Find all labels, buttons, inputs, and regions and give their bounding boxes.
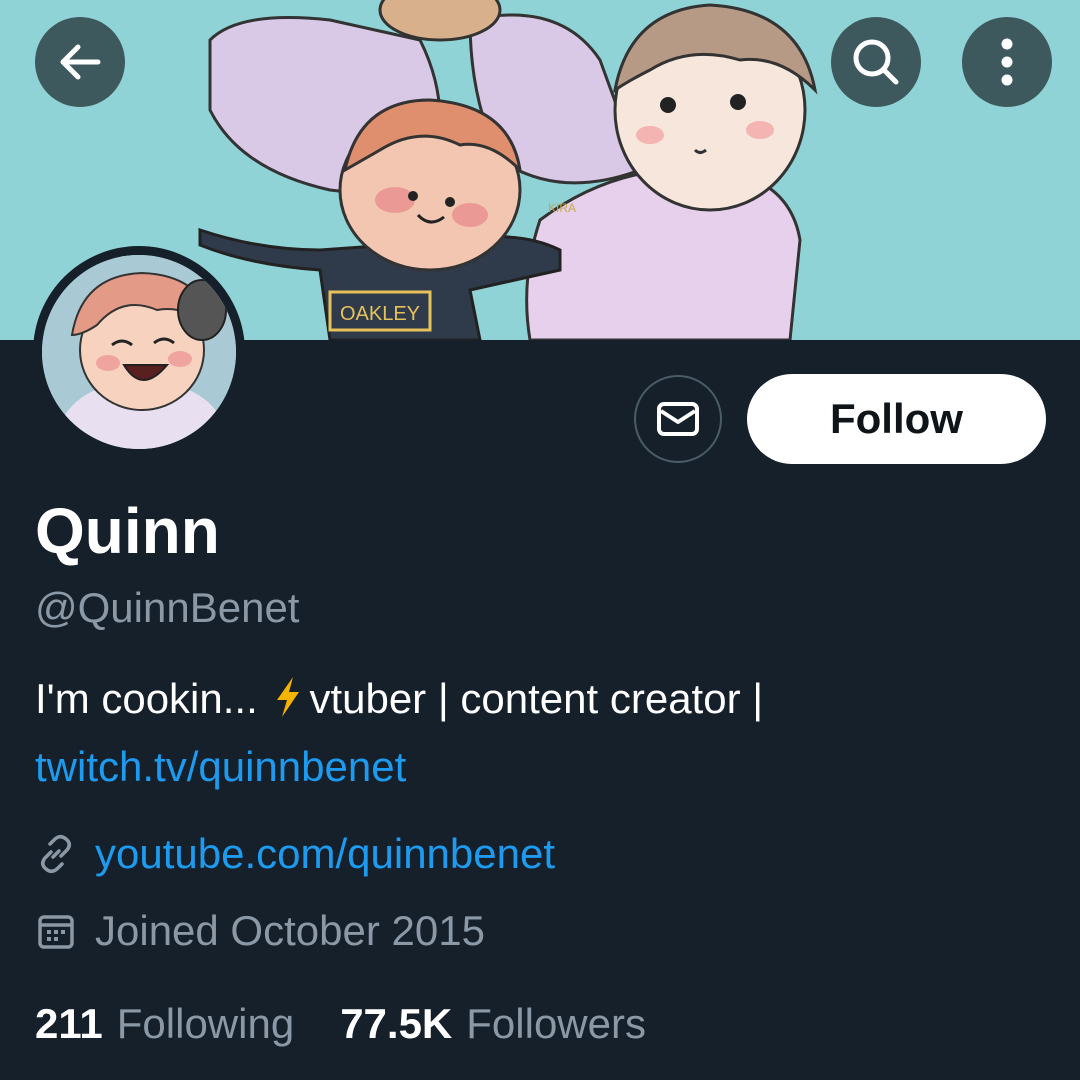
joined-date: Joined October 2015 (95, 907, 485, 954)
website-link[interactable]: youtube.com/quinnbenet (95, 829, 555, 879)
bio-text-continued: vtuber | content creator | (309, 675, 764, 722)
arrow-left-icon (60, 44, 101, 80)
link-icon (35, 833, 77, 875)
calendar-icon (35, 910, 77, 952)
profile-bio: I'm cookin... vtuber | content creator |… (35, 668, 1035, 798)
profile-joined-row: Joined October 2015 (35, 906, 485, 956)
search-button[interactable] (831, 17, 921, 107)
banner-shirt-text: OAKLEY (340, 303, 420, 325)
followers-stat[interactable]: 77.5K Followers (340, 999, 646, 1049)
search-icon (853, 39, 899, 85)
avatar[interactable] (33, 246, 245, 458)
message-button[interactable] (634, 375, 722, 463)
followers-count: 77.5K (340, 1000, 453, 1047)
envelope-icon (657, 402, 699, 436)
lightning-bolt-icon (273, 674, 303, 736)
followers-label: Followers (466, 1000, 646, 1047)
avatar-image (42, 255, 236, 449)
profile-handle: @QuinnBenet (35, 584, 300, 631)
profile-stats: 211 Following 77.5K Followers (35, 999, 646, 1049)
bio-text: I'm cookin... (35, 675, 270, 722)
following-stat[interactable]: 211 Following (35, 999, 294, 1049)
profile-name: Quinn (35, 495, 220, 567)
profile-page: OAKLEY KIRA Follow Quinn @QuinnBenet I'm… (0, 0, 1080, 1080)
back-button[interactable] (35, 17, 125, 107)
following-count: 211 (35, 1000, 103, 1047)
profile-website-row: youtube.com/quinnbenet (35, 829, 555, 879)
more-vertical-icon (1001, 38, 1013, 86)
follow-button[interactable]: Follow (747, 374, 1046, 464)
more-options-button[interactable] (962, 17, 1052, 107)
bio-twitch-link[interactable]: twitch.tv/quinnbenet (35, 743, 406, 790)
banner-artist-mark: KIRA (548, 201, 576, 215)
following-label: Following (116, 1000, 295, 1047)
